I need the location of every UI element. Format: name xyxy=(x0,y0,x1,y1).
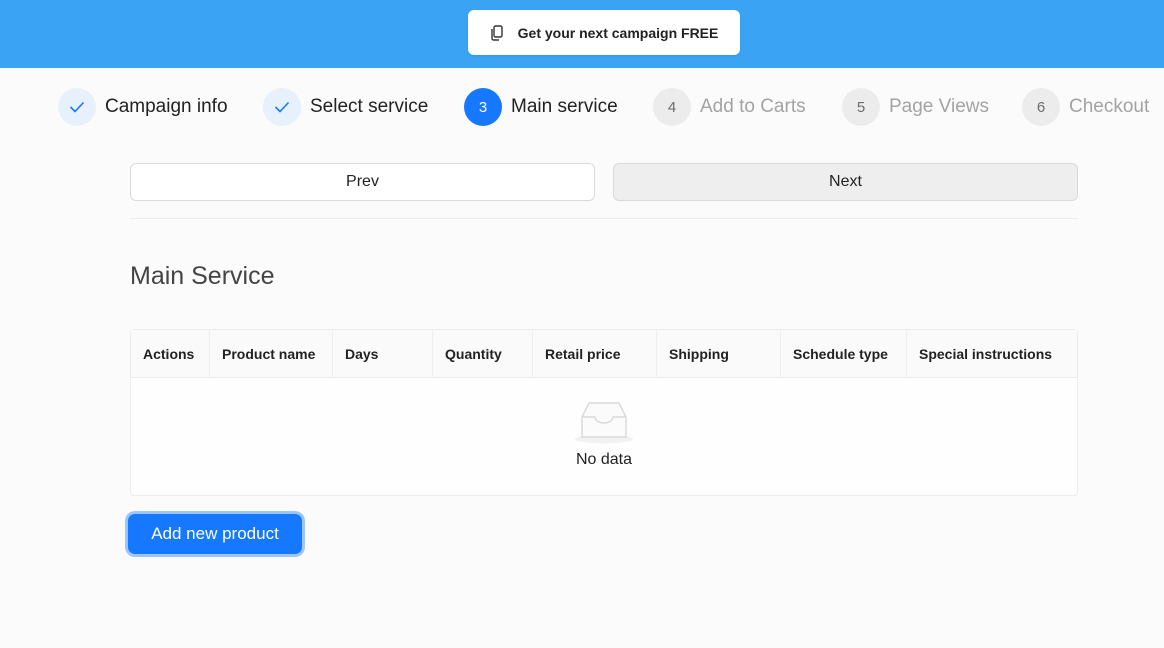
step-number: 5 xyxy=(842,88,880,126)
column-header-quantity: Quantity xyxy=(433,330,533,378)
step-label: Page Views xyxy=(889,96,989,117)
prev-button[interactable]: Prev xyxy=(130,163,595,201)
step-number: 3 xyxy=(464,88,502,126)
step-number: 6 xyxy=(1022,88,1060,126)
column-header-retail-price: Retail price xyxy=(533,330,657,378)
step-page-views[interactable]: 5 Page Views xyxy=(842,86,989,128)
step-main-service[interactable]: 3 Main service xyxy=(464,86,618,128)
empty-state: No data xyxy=(131,378,1077,495)
column-header-special-instructions: Special instructions xyxy=(919,346,1053,362)
step-label: Select service xyxy=(310,96,429,117)
step-add-to-carts[interactable]: 4 Add to Carts xyxy=(653,86,806,128)
check-icon xyxy=(58,88,96,126)
step-label: Main service xyxy=(511,96,618,117)
empty-text: No data xyxy=(575,450,633,468)
products-table: Actions Product name Days Quantity Retai… xyxy=(130,329,1078,496)
table-header: Actions Product name Days Quantity Retai… xyxy=(131,330,1077,378)
step-campaign-info[interactable]: Campaign info xyxy=(58,86,228,128)
column-header-shipping: Shipping xyxy=(657,330,781,378)
step-navigation: Prev Next xyxy=(130,163,1078,201)
top-banner: Get your next campaign FREE xyxy=(0,0,1164,68)
column-header-schedule-type: Schedule type xyxy=(781,330,907,378)
step-select-service[interactable]: Select service xyxy=(263,86,428,128)
promo-button[interactable]: Get your next campaign FREE xyxy=(468,10,740,55)
stepper: Campaign info Select service 3 Main serv… xyxy=(0,86,1164,128)
section-title: Main Service xyxy=(130,262,275,290)
copy-icon xyxy=(490,24,504,41)
step-number: 4 xyxy=(653,88,691,126)
column-header-days: Days xyxy=(333,330,433,378)
step-checkout[interactable]: 6 Checkout xyxy=(1022,86,1149,128)
step-label: Campaign info xyxy=(105,96,228,117)
next-button[interactable]: Next xyxy=(613,163,1078,201)
step-label: Add to Carts xyxy=(700,96,806,117)
column-header-product-name: Product name xyxy=(210,330,333,378)
promo-label: Get your next campaign FREE xyxy=(517,24,719,41)
step-label: Checkout xyxy=(1069,96,1150,117)
add-new-product-button[interactable]: Add new product xyxy=(128,514,302,554)
empty-inbox-icon xyxy=(573,399,635,445)
column-header-actions: Actions xyxy=(131,330,210,378)
check-icon xyxy=(263,88,301,126)
divider xyxy=(130,218,1078,219)
